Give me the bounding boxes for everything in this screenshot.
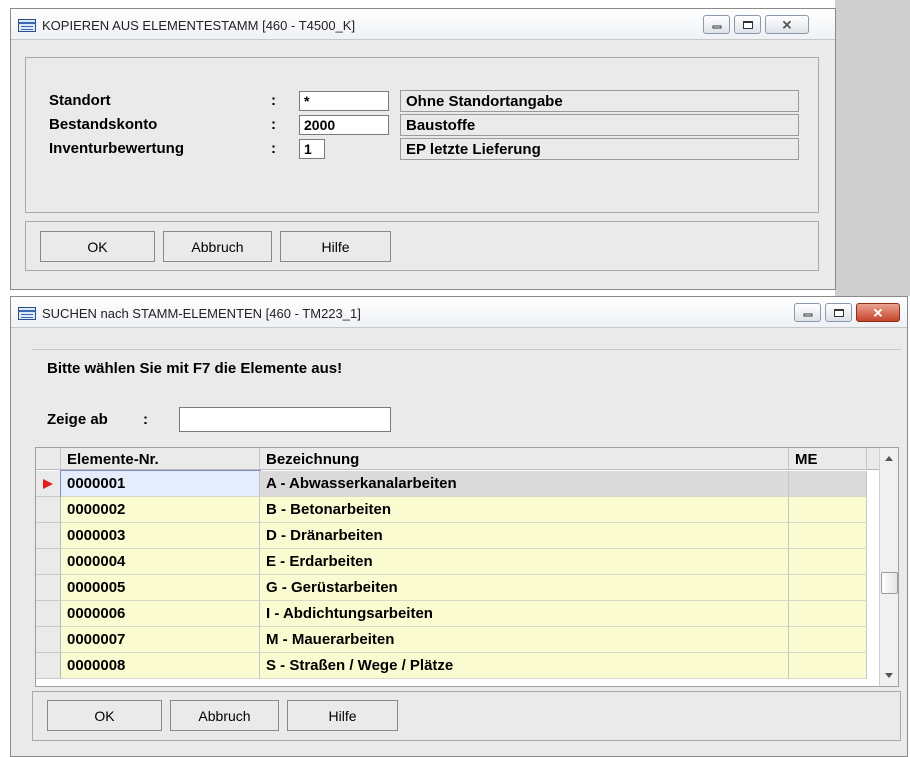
minimize-button[interactable] bbox=[703, 15, 730, 34]
row-indicator[interactable] bbox=[36, 601, 61, 627]
cancel-button[interactable]: Abbruch bbox=[170, 700, 279, 731]
inventurbewertung-description: EP letzte Lieferung bbox=[400, 138, 799, 160]
cell-element-nr[interactable]: 0000002 bbox=[61, 497, 260, 523]
column-header-me[interactable]: ME bbox=[789, 448, 867, 470]
row-indicator[interactable] bbox=[36, 653, 61, 679]
column-header-bezeichnung[interactable]: Bezeichnung bbox=[260, 448, 789, 470]
ok-button[interactable]: OK bbox=[47, 700, 162, 731]
standort-input[interactable]: * bbox=[299, 91, 389, 111]
bestandskonto-separator: : bbox=[271, 116, 276, 133]
button-bar: OK Abbruch Hilfe bbox=[32, 691, 901, 741]
maximize-icon bbox=[742, 20, 753, 29]
table-icon bbox=[18, 307, 36, 320]
scroll-thumb[interactable] bbox=[881, 572, 898, 594]
close-icon: ✕ bbox=[872, 305, 884, 320]
bestandskonto-label: Bestandskonto bbox=[49, 116, 158, 133]
cell-element-nr[interactable]: 0000008 bbox=[61, 653, 260, 679]
show-from-input[interactable] bbox=[179, 407, 391, 432]
elements-table: Elemente-Nr. Bezeichnung ME 0000001 A - A… bbox=[35, 447, 899, 687]
cell-element-nr[interactable]: 0000001 bbox=[60, 470, 261, 498]
bestandskonto-input[interactable]: 2000 bbox=[299, 115, 389, 135]
minimize-icon bbox=[712, 25, 721, 28]
scroll-up-icon[interactable] bbox=[885, 456, 893, 461]
cell-element-nr[interactable]: 0000007 bbox=[61, 627, 260, 653]
standort-description: Ohne Standortangabe bbox=[400, 90, 799, 112]
minimize-button[interactable] bbox=[794, 303, 821, 322]
bestandskonto-description: Baustoffe bbox=[400, 114, 799, 136]
window-title: SUCHEN nach STAMM-ELEMENTEN [460 - TM223… bbox=[42, 306, 361, 321]
inventurbewertung-label: Inventurbewertung bbox=[49, 140, 185, 157]
cell-bezeichnung[interactable]: D - Dränarbeiten bbox=[260, 523, 789, 549]
cell-me[interactable] bbox=[789, 549, 867, 575]
row-indicator[interactable] bbox=[36, 471, 61, 497]
copy-from-elements-window: KOPIEREN AUS ELEMENTESTAMM [460 - T4500_… bbox=[10, 8, 836, 290]
vertical-scrollbar[interactable] bbox=[879, 448, 898, 686]
cell-bezeichnung[interactable]: G - Gerüstarbeiten bbox=[260, 575, 789, 601]
standort-label: Standort bbox=[49, 92, 111, 109]
close-icon: ✕ bbox=[781, 17, 793, 32]
row-indicator[interactable] bbox=[36, 523, 61, 549]
cell-me[interactable] bbox=[789, 601, 867, 627]
standort-separator: : bbox=[271, 92, 276, 109]
cell-bezeichnung[interactable]: S - Straßen / Wege / Plätze bbox=[260, 653, 789, 679]
column-header-nr[interactable]: Elemente-Nr. bbox=[61, 448, 260, 470]
row-indicator[interactable] bbox=[36, 549, 61, 575]
cell-bezeichnung[interactable]: A - Abwasserkanalarbeiten bbox=[260, 471, 789, 497]
inventurbewertung-input[interactable]: 1 bbox=[299, 139, 325, 159]
close-button[interactable]: ✕ bbox=[856, 303, 900, 322]
cell-element-nr[interactable]: 0000006 bbox=[61, 601, 260, 627]
cell-me[interactable] bbox=[789, 627, 867, 653]
show-from-separator: : bbox=[143, 411, 148, 428]
maximize-button[interactable] bbox=[734, 15, 761, 34]
cell-me[interactable] bbox=[789, 523, 867, 549]
maximize-icon bbox=[833, 308, 844, 317]
close-button[interactable]: ✕ bbox=[765, 15, 809, 34]
ok-button[interactable]: OK bbox=[40, 231, 155, 262]
title-bar[interactable]: KOPIEREN AUS ELEMENTESTAMM [460 - T4500_… bbox=[11, 9, 835, 40]
cell-element-nr[interactable]: 0000003 bbox=[61, 523, 260, 549]
cell-me[interactable] bbox=[789, 497, 867, 523]
show-from-label: Zeige ab bbox=[47, 411, 108, 428]
help-button[interactable]: Hilfe bbox=[280, 231, 391, 262]
current-row-arrow-icon bbox=[43, 479, 53, 489]
fields-panel: Standort : * Ohne Standortangabe Bestand… bbox=[25, 57, 819, 213]
table-icon bbox=[18, 19, 36, 32]
window-title: KOPIEREN AUS ELEMENTESTAMM [460 - T4500_… bbox=[42, 18, 356, 33]
maximize-button[interactable] bbox=[825, 303, 852, 322]
row-indicator[interactable] bbox=[36, 575, 61, 601]
minimize-icon bbox=[803, 313, 812, 316]
header-corner bbox=[36, 448, 61, 470]
scroll-down-icon[interactable] bbox=[885, 673, 893, 678]
cell-bezeichnung[interactable]: B - Betonarbeiten bbox=[260, 497, 789, 523]
instruction-text: Bitte wählen Sie mit F7 die Elemente aus… bbox=[47, 360, 343, 377]
cell-me[interactable] bbox=[789, 471, 867, 497]
table-header: Elemente-Nr. Bezeichnung ME bbox=[36, 448, 881, 470]
title-bar[interactable]: SUCHEN nach STAMM-ELEMENTEN [460 - TM223… bbox=[11, 297, 907, 328]
cell-element-nr[interactable]: 0000005 bbox=[61, 575, 260, 601]
inventurbewertung-separator: : bbox=[271, 140, 276, 157]
help-button[interactable]: Hilfe bbox=[287, 700, 398, 731]
search-elements-window: SUCHEN nach STAMM-ELEMENTEN [460 - TM223… bbox=[10, 296, 908, 757]
desktop-background bbox=[835, 0, 910, 296]
search-header-panel: Bitte wählen Sie mit F7 die Elemente aus… bbox=[32, 349, 901, 445]
cell-me[interactable] bbox=[789, 575, 867, 601]
row-indicator[interactable] bbox=[36, 627, 61, 653]
row-indicator[interactable] bbox=[36, 497, 61, 523]
cancel-button[interactable]: Abbruch bbox=[163, 231, 272, 262]
button-bar: OK Abbruch Hilfe bbox=[25, 221, 819, 271]
cell-element-nr[interactable]: 0000004 bbox=[61, 549, 260, 575]
cell-bezeichnung[interactable]: M - Mauerarbeiten bbox=[260, 627, 789, 653]
cell-bezeichnung[interactable]: I - Abdichtungsarbeiten bbox=[260, 601, 789, 627]
cell-me[interactable] bbox=[789, 653, 867, 679]
cell-bezeichnung[interactable]: E - Erdarbeiten bbox=[260, 549, 789, 575]
